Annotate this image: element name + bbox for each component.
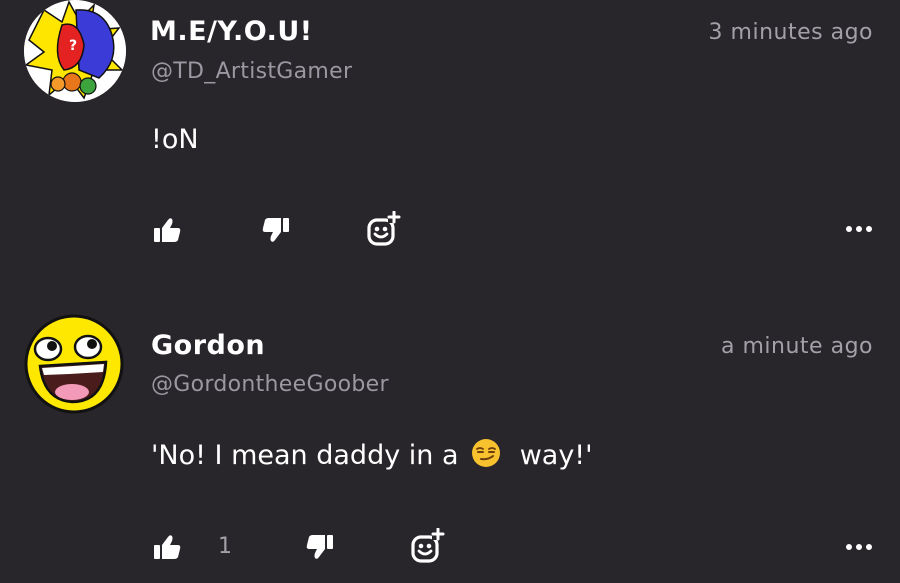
author-handle[interactable]: @GordontheeGoober <box>151 372 389 397</box>
avatar[interactable] <box>24 314 124 414</box>
comment-card: Gordon @GordontheeGoober a minute ago 'N… <box>0 0 900 583</box>
add-reaction-icon <box>411 528 445 563</box>
more-options-dot <box>866 544 872 550</box>
add-reaction-button[interactable] <box>409 527 447 565</box>
more-options-icon <box>846 544 852 550</box>
more-options-dot <box>856 544 862 550</box>
more-options-button[interactable] <box>846 544 872 550</box>
timestamp: a minute ago <box>721 334 873 359</box>
comment-text: 'No! I mean daddy in a way!' <box>151 438 593 475</box>
like-count: 1 <box>218 534 232 559</box>
smirk-emoji-icon <box>471 438 501 475</box>
comment-text-part: 'No! I mean daddy in a <box>151 440 459 471</box>
thumbs-up-icon <box>154 535 181 559</box>
like-button[interactable] <box>150 530 184 564</box>
awesome-face-avatar <box>24 314 124 414</box>
thumbs-down-icon <box>306 535 333 559</box>
comment-text-part: way!' <box>519 440 593 471</box>
author-name[interactable]: Gordon <box>151 330 265 361</box>
dislike-button[interactable] <box>303 530 337 564</box>
